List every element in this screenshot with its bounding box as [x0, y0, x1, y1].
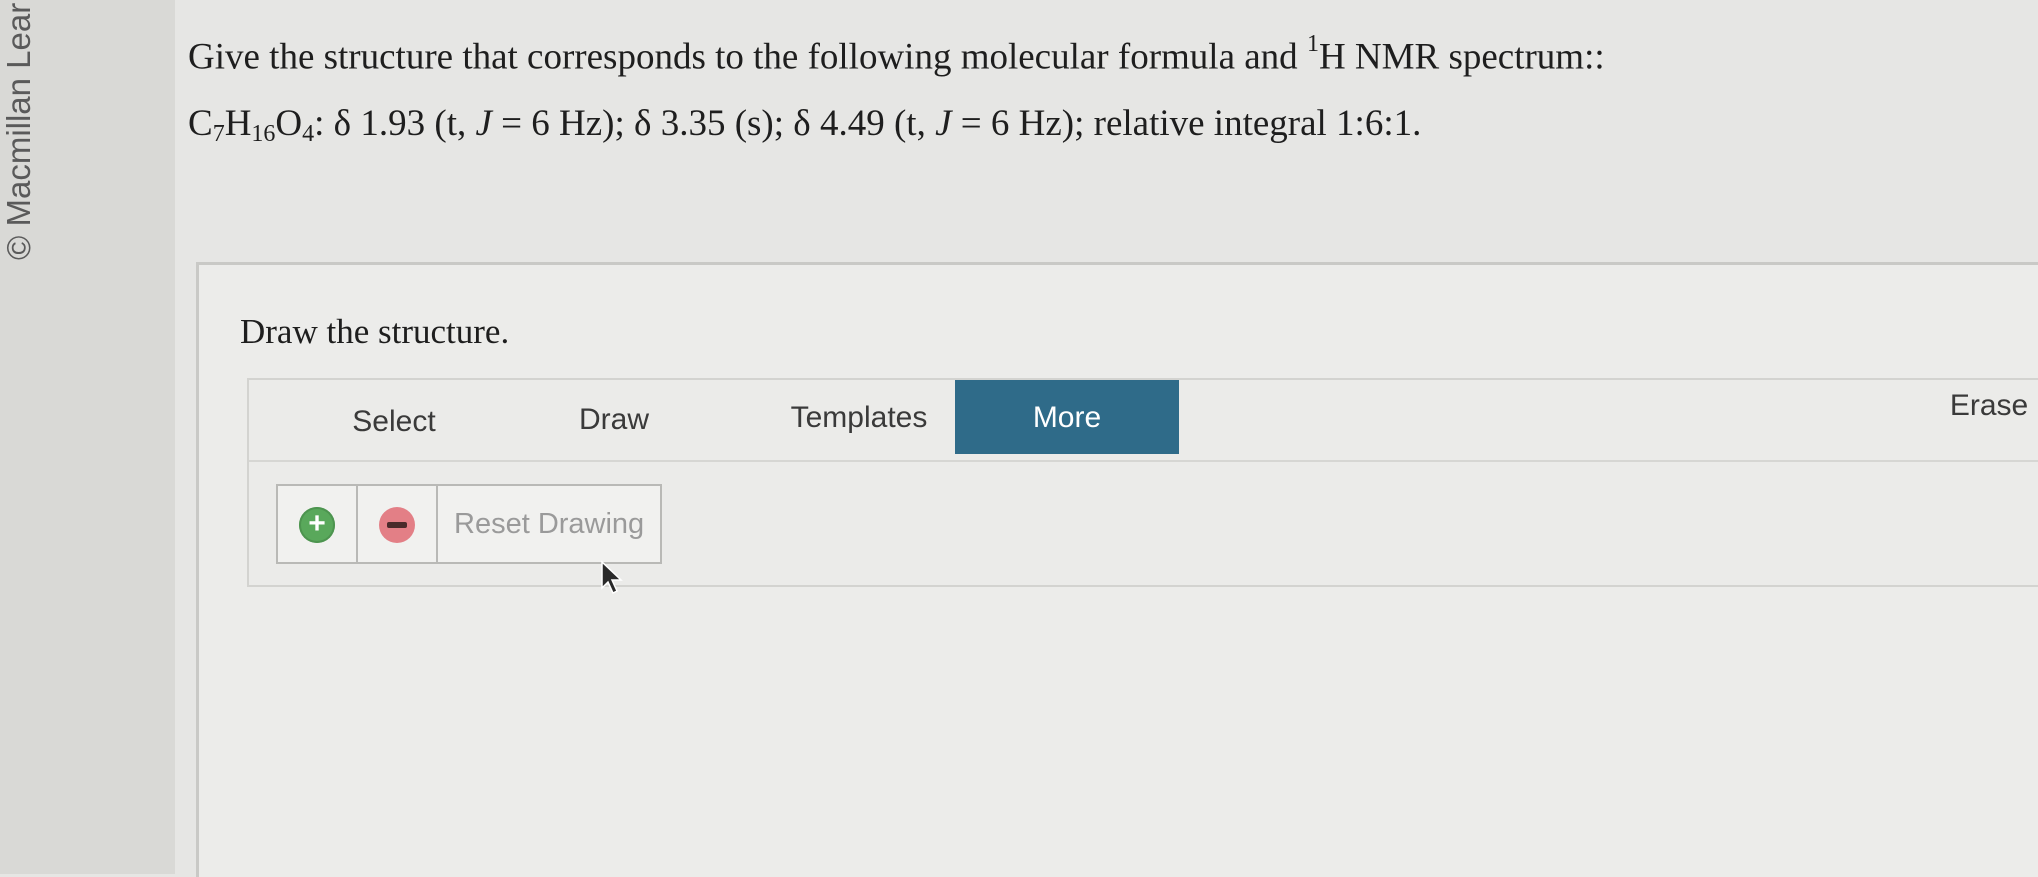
- zoom-in-button[interactable]: +: [278, 486, 358, 562]
- tab-templates[interactable]: Templates: [739, 380, 979, 456]
- spectrum-part-1: : δ 1.93 (t,: [314, 103, 476, 144]
- tab-draw[interactable]: Draw: [539, 382, 689, 458]
- nmr-superscript: 1: [1306, 31, 1319, 57]
- plus-circle-icon: +: [299, 507, 335, 543]
- formula-o-count: 4: [302, 121, 315, 147]
- draw-instruction: Draw the structure.: [240, 312, 510, 351]
- copyright-notice: © Macmillan Lear: [0, 2, 37, 260]
- zoom-controls: + Reset Drawing: [276, 484, 662, 564]
- tab-more[interactable]: More: [955, 380, 1179, 454]
- coupling-j-1: J: [475, 103, 492, 144]
- mouse-pointer-icon: [601, 560, 623, 595]
- nmr-label: H NMR spectrum::: [1318, 36, 1605, 78]
- editor-toolbar: Select Draw Templates More Erase: [249, 380, 2038, 462]
- erase-button[interactable]: Erase: [1909, 368, 2038, 444]
- spectrum-part-2: = 6 Hz); δ 3.35 (s); δ 4.49 (t,: [491, 103, 936, 144]
- question-prompt: Give the structure that corresponds to t…: [188, 36, 1298, 78]
- reset-drawing-button[interactable]: Reset Drawing: [454, 486, 644, 562]
- zoom-out-button[interactable]: [358, 486, 438, 562]
- formula-and-spectrum: C7H16O4: δ 1.93 (t, J = 6 Hz); δ 3.35 (s…: [188, 102, 1422, 147]
- formula-c: C: [188, 103, 213, 144]
- formula-c-count: 7: [212, 121, 225, 147]
- minus-bar: [387, 522, 407, 528]
- formula-h: H: [224, 103, 252, 144]
- tab-select[interactable]: Select: [299, 384, 489, 460]
- spectrum-part-3: = 6 Hz); relative integral 1:6:1.: [951, 103, 1422, 144]
- coupling-j-2: J: [935, 103, 952, 144]
- formula-o: O: [275, 103, 303, 144]
- question-text: Give the structure that corresponds to t…: [188, 22, 1605, 83]
- minus-circle-icon: [379, 507, 415, 543]
- formula-h-count: 16: [251, 121, 276, 147]
